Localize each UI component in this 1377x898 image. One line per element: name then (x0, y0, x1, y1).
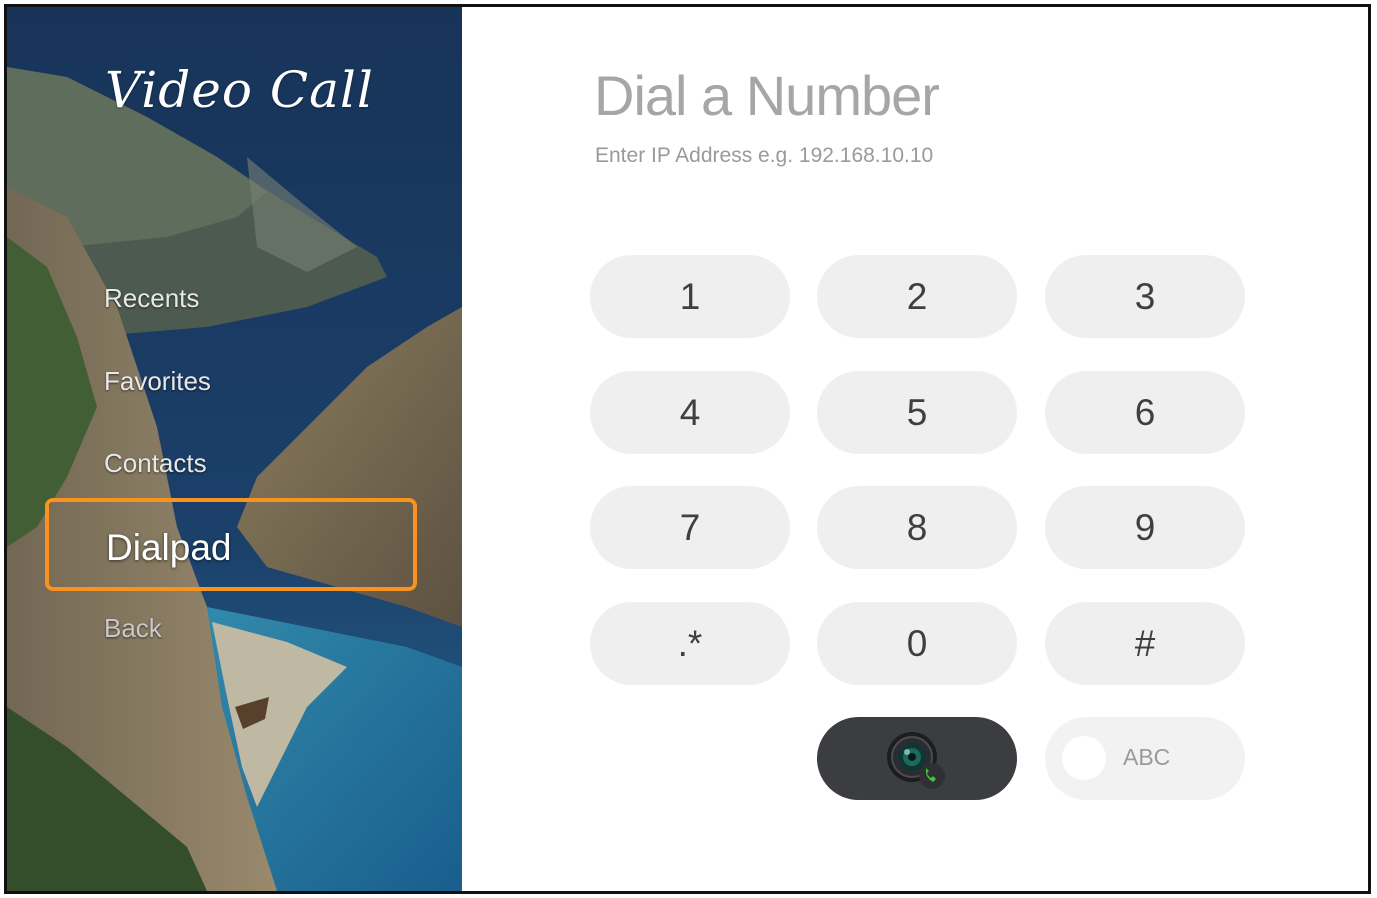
key-0[interactable]: 0 (817, 602, 1017, 685)
abc-toggle-label: ABC (1123, 744, 1171, 770)
toggle-knob (1062, 736, 1106, 780)
key-8[interactable]: 8 (817, 486, 1017, 569)
key-4[interactable]: 4 (590, 371, 790, 454)
key-9[interactable]: 9 (1045, 486, 1245, 569)
key-dot-star[interactable]: .* (590, 602, 790, 685)
page-title: Dial a Number (594, 64, 940, 127)
app-logo-text: Video Call (105, 61, 374, 119)
key-5[interactable]: 5 (817, 371, 1017, 454)
ip-address-hint: Enter IP Address e.g. 192.168.10.10 (595, 144, 934, 167)
key-hash[interactable]: # (1045, 602, 1245, 685)
video-call-button[interactable] (817, 717, 1017, 800)
abc-toggle[interactable]: ABC (1045, 717, 1245, 800)
key-7[interactable]: 7 (590, 486, 790, 569)
sidebar-item-dialpad-label: Dialpad (106, 527, 232, 568)
sidebar-item-contacts[interactable]: Contacts (104, 448, 207, 479)
key-6[interactable]: 6 (1045, 371, 1245, 454)
sidebar-item-favorites[interactable]: Favorites (104, 366, 211, 397)
video-call-camera-icon (887, 731, 945, 789)
background-dim-overlay (7, 7, 462, 891)
sidebar-item-dialpad[interactable]: Dialpad (45, 498, 417, 591)
sidebar-item-back[interactable]: Back (104, 613, 162, 644)
app-window: Video Call Recents Favorites Contacts Di… (4, 4, 1371, 894)
key-1[interactable]: 1 (590, 255, 790, 338)
key-2[interactable]: 2 (817, 255, 1017, 338)
sidebar-item-recents[interactable]: Recents (104, 283, 199, 314)
key-3[interactable]: 3 (1045, 255, 1245, 338)
sidebar: Video Call Recents Favorites Contacts Di… (7, 7, 462, 891)
